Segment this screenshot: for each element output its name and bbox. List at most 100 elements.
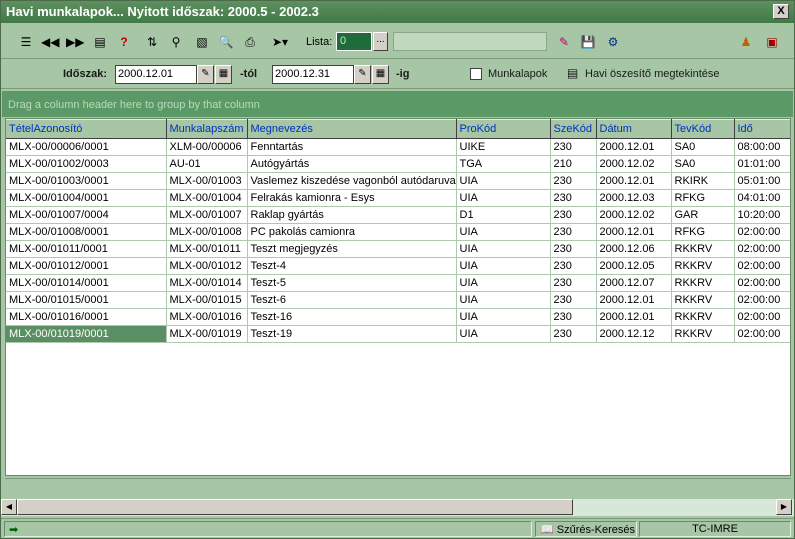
table-cell[interactable]: RFKG	[671, 189, 735, 207]
table-cell[interactable]: 04:01:00	[734, 189, 790, 207]
scroll-right-icon[interactable]: ▶	[776, 499, 792, 515]
clear-to-date-button[interactable]: ✎	[354, 65, 371, 84]
table-row[interactable]: MLX-00/01007/0004 MLX-00/01007 Raklap gyár…	[6, 206, 790, 224]
table-cell[interactable]: Teszt-6	[247, 291, 457, 309]
table-cell[interactable]: Teszt-4	[247, 257, 457, 275]
to-date-input[interactable]: 2000.12.31	[272, 65, 354, 84]
table-cell[interactable]: MLX-00/01007	[166, 206, 248, 224]
table-cell[interactable]: 2000.12.01	[596, 172, 672, 190]
table-cell[interactable]: UIA	[456, 189, 551, 207]
table-cell[interactable]: 2000.12.02	[596, 206, 672, 224]
table-cell[interactable]: 230	[550, 189, 597, 207]
table-cell[interactable]: 230	[550, 257, 597, 275]
table-cell[interactable]: Teszt-16	[247, 308, 457, 326]
table-cell[interactable]: 2000.12.05	[596, 257, 672, 275]
table-cell[interactable]: UIA	[456, 240, 551, 258]
table-cell[interactable]: 05:01:00	[734, 172, 790, 190]
table-cell[interactable]: 01:01:00	[734, 155, 790, 173]
table-cell[interactable]: UIA	[456, 257, 551, 275]
table-row[interactable]: MLX-00/01002/0003 AU-01 Autógyártás TGA 210 2…	[6, 155, 790, 173]
print-icon[interactable]: ⎙	[241, 33, 259, 51]
table-cell[interactable]: 2000.12.07	[596, 274, 672, 292]
table-cell[interactable]: 02:00:00	[734, 257, 790, 275]
calendar-from-icon[interactable]: ▦	[215, 65, 232, 84]
table-cell[interactable]: MLX-00/01014	[166, 274, 248, 292]
table-cell[interactable]: Autógyártás	[247, 155, 457, 173]
table-cell[interactable]: MLX-00/01016	[166, 308, 248, 326]
table-cell[interactable]: Teszt megjegyzés	[247, 240, 457, 258]
table-cell[interactable]: XLM-00/00006	[166, 138, 248, 156]
table-cell[interactable]: MLX-00/01012/0001	[6, 257, 167, 275]
table-row[interactable]: MLX-00/01015/0001 MLX-00/01015 Teszt-6 UIA 2…	[6, 291, 790, 309]
filter-icon[interactable]: ⚙	[604, 33, 622, 51]
table-cell[interactable]: 2000.12.01	[596, 308, 672, 326]
table-cell[interactable]: 230	[550, 291, 597, 309]
table-cell[interactable]: SA0	[671, 155, 735, 173]
save-icon[interactable]: 💾	[579, 33, 597, 51]
table-cell[interactable]: MLX-00/01014/0001	[6, 274, 167, 292]
table-cell[interactable]: Raklap gyártás	[247, 206, 457, 224]
column-header[interactable]: Dátum	[596, 119, 672, 139]
table-cell[interactable]: MLX-00/01002/0003	[6, 155, 167, 173]
column-header[interactable]: Idő	[734, 119, 790, 139]
table-cell[interactable]: 230	[550, 223, 597, 241]
find-icon[interactable]: ⚲	[167, 33, 185, 51]
column-header[interactable]: SzeKód	[550, 119, 597, 139]
table-row[interactable]: MLX-00/01016/0001 MLX-00/01016 Teszt-16 UIA…	[6, 308, 790, 326]
table-cell[interactable]: 2000.12.01	[596, 291, 672, 309]
table-cell[interactable]: RFKG	[671, 223, 735, 241]
from-date-input[interactable]: 2000.12.01	[115, 65, 197, 84]
table-cell[interactable]: MLX-00/01007/0004	[6, 206, 167, 224]
preview-icon[interactable]: 🔍	[217, 33, 235, 51]
table-cell[interactable]: UIKE	[456, 138, 551, 156]
table-cell[interactable]: 02:00:00	[734, 291, 790, 309]
table-cell[interactable]: MLX-00/01011/0001	[6, 240, 167, 258]
table-cell[interactable]: 10:20:00	[734, 206, 790, 224]
table-cell[interactable]: 2000.12.03	[596, 189, 672, 207]
scroll-thumb[interactable]	[17, 499, 573, 515]
table-cell[interactable]: 02:00:00	[734, 240, 790, 258]
column-header[interactable]: Megnevezés	[247, 119, 457, 139]
table-cell[interactable]: 02:00:00	[734, 325, 790, 343]
table-cell[interactable]: 08:00:00	[734, 138, 790, 156]
table-cell[interactable]: UIA	[456, 223, 551, 241]
table-cell[interactable]: UIA	[456, 308, 551, 326]
clear-from-date-button[interactable]: ✎	[197, 65, 214, 84]
table-cell[interactable]: MLX-00/01008	[166, 223, 248, 241]
table-cell[interactable]: Fenntartás	[247, 138, 457, 156]
rewind-icon[interactable]: ◀◀	[41, 33, 59, 51]
table-row[interactable]: MLX-00/01011/0001 MLX-00/01011 Teszt megje…	[6, 240, 790, 258]
column-header[interactable]: Munkalapszám	[166, 119, 248, 139]
table-cell[interactable]: Felrakás kamionra - Esys	[247, 189, 457, 207]
table-cell[interactable]: 230	[550, 172, 597, 190]
table-cell[interactable]: RKKRV	[671, 325, 735, 343]
table-cell[interactable]: RKKRV	[671, 274, 735, 292]
table-cell[interactable]: MLX-00/01012	[166, 257, 248, 275]
table-cell[interactable]: MLX-00/01019/0001	[6, 325, 167, 343]
user-icon[interactable]: ♟	[737, 33, 755, 51]
table-cell[interactable]: 230	[550, 325, 597, 343]
table-cell[interactable]: Teszt-19	[247, 325, 457, 343]
table-cell[interactable]: MLX-00/01003/0001	[6, 172, 167, 190]
table-cell[interactable]: UIA	[456, 325, 551, 343]
search-filter-button[interactable]: 📖 Szűrés-Keresés	[535, 521, 637, 537]
table-row[interactable]: MLX-00/01014/0001 MLX-00/01014 Teszt-5 UIA 2…	[6, 274, 790, 292]
help-icon[interactable]: ?	[115, 33, 133, 51]
table-cell[interactable]: MLX-00/01015	[166, 291, 248, 309]
table-cell[interactable]: 230	[550, 308, 597, 326]
table-cell[interactable]: 02:00:00	[734, 223, 790, 241]
horizontal-scrollbar[interactable]: ◀ ▶	[1, 499, 794, 516]
exit-icon[interactable]: ▣	[763, 33, 781, 51]
table-cell[interactable]: 230	[550, 138, 597, 156]
table-row[interactable]: MLX-00/00006/0001 XLM-00/00006 Fenntartás U…	[6, 138, 790, 156]
table-cell[interactable]: MLX-00/00006/0001	[6, 138, 167, 156]
table-cell[interactable]: 230	[550, 274, 597, 292]
fast-forward-icon[interactable]: ▶▶	[66, 33, 84, 51]
table-cell[interactable]: 2000.12.01	[596, 138, 672, 156]
table-cell[interactable]: 230	[550, 240, 597, 258]
table-row[interactable]: MLX-00/01012/0001 MLX-00/01012 Teszt-4 UIA 2…	[6, 257, 790, 275]
table-cell[interactable]: GAR	[671, 206, 735, 224]
table-row[interactable]: MLX-00/01019/0001 MLX-00/01019 Teszt-19 UIA…	[6, 325, 790, 343]
group-by-area[interactable]: Drag a column header here to group by th…	[2, 91, 793, 117]
monthly-summary-link[interactable]: Havi öszesítő megtekintése	[585, 68, 720, 80]
